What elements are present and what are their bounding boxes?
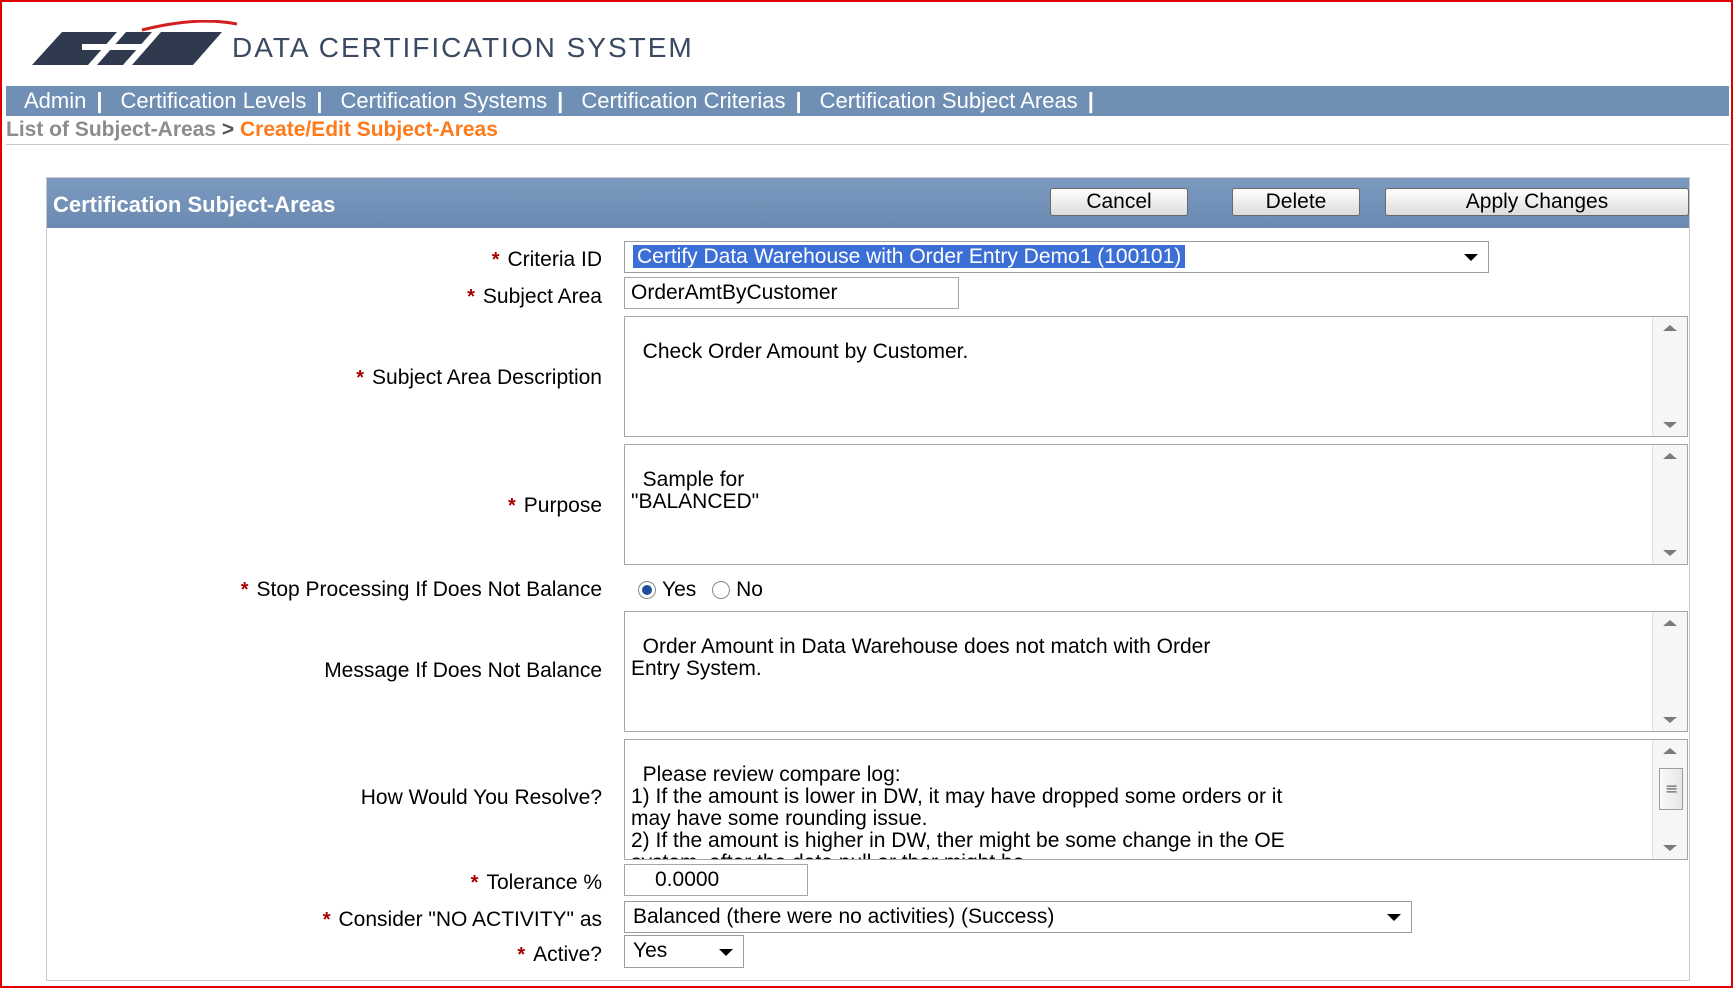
region-title: Certification Subject-Areas [53, 192, 336, 217]
required-icon: * [240, 579, 249, 601]
tolerance-input[interactable]: 0.0000 [624, 864, 808, 896]
radio-unselected-icon[interactable] [712, 581, 731, 600]
breadcrumb-arrow: > [221, 118, 235, 141]
criteria-id-value: Certify Data Warehouse with Order Entry … [633, 245, 1186, 268]
required-icon: * [322, 909, 331, 931]
required-icon: * [467, 286, 475, 308]
active-label: * Active? [517, 943, 602, 966]
breadcrumb-parent-link[interactable]: List of Subject-Areas [6, 118, 216, 141]
stop-processing-yes[interactable]: Yes [638, 578, 696, 601]
radio-selected-icon[interactable] [638, 581, 656, 600]
nav-separator: | [557, 88, 564, 113]
nav-separator: | [96, 88, 103, 113]
purpose-label: * Purpose [507, 494, 602, 517]
nav-separator: | [795, 88, 802, 113]
nav-certification-subject-areas[interactable]: Certification Subject Areas [802, 88, 1078, 114]
nav-certification-levels[interactable]: Certification Levels [103, 88, 307, 114]
no-activity-value: Balanced (there were no activities) (Suc… [633, 905, 1055, 928]
subject-area-input[interactable]: OrderAmtByCustomer [624, 277, 959, 309]
nav-separator: | [1087, 88, 1094, 113]
tolerance-label: * Tolerance % [470, 871, 602, 894]
active-value: Yes [633, 939, 668, 962]
nav-separator: | [316, 88, 323, 113]
region-header: Certification Subject-Areas Cancel Delet… [47, 178, 1689, 228]
stop-processing-label: * Stop Processing If Does Not Balance [240, 578, 602, 601]
description-text: Check Order Amount by Customer. [642, 340, 969, 363]
required-icon: * [491, 249, 500, 271]
required-icon: * [356, 367, 365, 389]
description-textarea[interactable]: Check Order Amount by Customer. [624, 316, 1688, 437]
description-label: * Subject Area Description [356, 366, 602, 389]
chevron-down-icon [1387, 914, 1401, 921]
stop-processing-radio-group: Yes No [638, 578, 773, 602]
purpose-scrollbar[interactable] [1652, 445, 1687, 564]
stop-processing-no[interactable]: No [712, 578, 763, 601]
top-nav: Admin | Certification Levels | Certifica… [6, 86, 1729, 116]
chevron-down-icon [719, 948, 733, 956]
breadcrumb: List of Subject-Areas > Create/Edit Subj… [6, 118, 1729, 145]
resolve-text: Please review compare log: 1) If the amo… [631, 763, 1285, 860]
app-title: DATA CERTIFICATION SYSTEM [232, 32, 694, 63]
criteria-id-label: * Criteria ID [491, 248, 602, 271]
nav-certification-systems[interactable]: Certification Systems [323, 88, 548, 114]
scroll-thumb[interactable] [1659, 768, 1683, 810]
subject-area-label: * Subject Area [467, 285, 602, 308]
message-scrollbar[interactable] [1652, 612, 1687, 731]
message-text: Order Amount in Data Warehouse does not … [631, 635, 1211, 680]
company-logo [32, 20, 238, 65]
required-icon: * [470, 872, 479, 894]
apply-changes-button[interactable]: Apply Changes [1385, 188, 1689, 216]
purpose-textarea[interactable]: Sample for "BALANCED" [624, 444, 1688, 565]
breadcrumb-current: Create/Edit Subject-Areas [240, 118, 498, 141]
message-textarea[interactable]: Order Amount in Data Warehouse does not … [624, 611, 1688, 732]
active-select[interactable]: Yes [624, 935, 744, 968]
delete-button[interactable]: Delete [1232, 188, 1360, 216]
chevron-down-icon [1464, 254, 1478, 261]
no-activity-label: * Consider "NO ACTIVITY" as [322, 908, 602, 931]
message-label: Message If Does Not Balance [324, 659, 602, 682]
required-icon: * [517, 944, 526, 966]
purpose-text: Sample for "BALANCED" [631, 468, 760, 513]
nav-certification-criterias[interactable]: Certification Criterias [563, 88, 785, 114]
no-activity-select[interactable]: Balanced (there were no activities) (Suc… [624, 901, 1412, 933]
cancel-button[interactable]: Cancel [1050, 188, 1188, 216]
criteria-id-select[interactable]: Certify Data Warehouse with Order Entry … [624, 241, 1489, 273]
resolve-label: How Would You Resolve? [360, 786, 602, 809]
resolve-textarea[interactable]: Please review compare log: 1) If the amo… [624, 739, 1688, 860]
nav-admin[interactable]: Admin [6, 88, 86, 114]
description-scrollbar[interactable] [1652, 317, 1687, 436]
required-icon: * [507, 495, 516, 517]
resolve-scrollbar[interactable] [1652, 740, 1687, 859]
